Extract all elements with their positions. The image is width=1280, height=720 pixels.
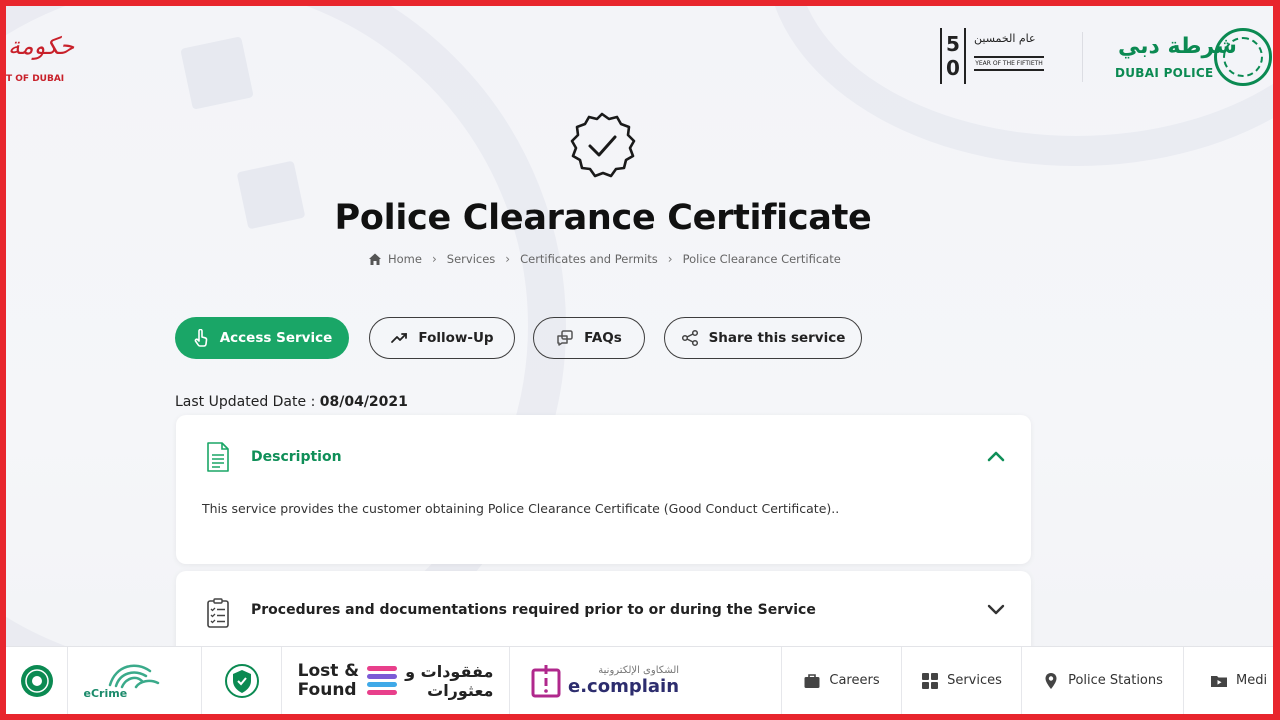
map-pin-icon bbox=[1045, 672, 1057, 689]
gov-logo-english: T OF DUBAI bbox=[6, 74, 65, 84]
quick-link-ecomplain[interactable]: الشكاوى الإلكترونية e.complain bbox=[510, 647, 782, 714]
share-icon bbox=[681, 329, 698, 347]
share-service-label: Share this service bbox=[708, 330, 846, 346]
share-service-button[interactable]: Share this service bbox=[664, 317, 862, 359]
police-shield-icon bbox=[224, 663, 259, 698]
gov-logo-arabic: حكومة bbox=[8, 32, 75, 60]
breadcrumb-certificates[interactable]: Certificates and Permits bbox=[520, 252, 658, 266]
quick-link-app-logo[interactable] bbox=[6, 647, 68, 714]
verified-badge-icon bbox=[570, 112, 636, 178]
services-label: Services bbox=[947, 673, 1002, 688]
access-service-label: Access Service bbox=[219, 330, 333, 346]
fingerprint-icon bbox=[108, 664, 159, 688]
careers-label: Careers bbox=[829, 673, 880, 688]
dubai-police-logo[interactable]: شرطة دبي DUBAI POLICE bbox=[1112, 26, 1272, 90]
description-accordion-header[interactable]: Description bbox=[176, 415, 1031, 499]
description-accordion: Description This service provides the cu… bbox=[176, 415, 1031, 564]
breadcrumb-home[interactable]: Home bbox=[388, 252, 422, 266]
round-emblem-icon bbox=[20, 664, 53, 697]
chat-bubbles-icon bbox=[557, 330, 573, 346]
access-service-button[interactable]: Access Service bbox=[175, 317, 349, 359]
background-shape bbox=[180, 36, 254, 110]
hand-pointer-icon bbox=[194, 329, 208, 347]
dubai-police-emblem-icon bbox=[1214, 28, 1272, 86]
police-stations-label: Police Stations bbox=[1068, 673, 1163, 688]
grid-icon bbox=[922, 672, 939, 689]
ecomplain-arabic: الشكاوى الإلكترونية bbox=[598, 664, 680, 676]
breadcrumb-current: Police Clearance Certificate bbox=[682, 252, 841, 266]
procedures-accordion-header[interactable]: Procedures and documentations required p… bbox=[176, 571, 1031, 655]
quick-link-lost-and-found[interactable]: Lost & Found مفقودات و معثورات bbox=[282, 647, 510, 714]
page-title: Police Clearance Certificate bbox=[334, 198, 872, 238]
last-updated-value: 08/04/2021 bbox=[319, 394, 408, 410]
media-label: Medi bbox=[1236, 673, 1268, 688]
media-folder-icon bbox=[1211, 675, 1227, 687]
trend-line-icon bbox=[391, 333, 408, 343]
home-icon bbox=[369, 253, 381, 265]
breadcrumb-separator-icon: › bbox=[667, 252, 673, 266]
procedures-title: Procedures and documentations required p… bbox=[251, 602, 816, 618]
checklist-icon bbox=[207, 598, 229, 628]
description-body: This service provides the customer obtai… bbox=[202, 501, 840, 516]
follow-up-button[interactable]: Follow-Up bbox=[369, 317, 515, 359]
fifty-arabic-text: عام الخمسين bbox=[974, 32, 1036, 45]
complaint-box-icon bbox=[531, 664, 561, 697]
bottom-quick-links-bar: eCrime Lost & Found مفقودات و معثورات ال… bbox=[6, 646, 1273, 714]
breadcrumb: Home › Services › Certificates and Permi… bbox=[368, 252, 841, 266]
chevron-up-icon[interactable] bbox=[987, 449, 1005, 463]
breadcrumb-separator-icon: › bbox=[505, 252, 511, 266]
faqs-button[interactable]: FAQs bbox=[533, 317, 645, 359]
document-icon bbox=[207, 442, 229, 472]
quick-link-ecrime[interactable]: eCrime bbox=[68, 647, 202, 714]
follow-up-label: Follow-Up bbox=[418, 330, 494, 346]
quick-link-services[interactable]: Services bbox=[902, 647, 1022, 714]
breadcrumb-services[interactable]: Services bbox=[447, 252, 496, 266]
briefcase-icon bbox=[804, 673, 820, 688]
quick-link-shield[interactable] bbox=[202, 647, 282, 714]
quick-link-media[interactable]: Medi bbox=[1184, 647, 1273, 714]
quick-link-careers[interactable]: Careers bbox=[782, 647, 902, 714]
description-title: Description bbox=[251, 449, 342, 465]
lost-found-bars-icon bbox=[367, 666, 398, 695]
breadcrumb-separator-icon: › bbox=[431, 252, 437, 266]
faqs-label: FAQs bbox=[584, 330, 622, 346]
fifty-english-text: YEAR OF THE FIFTIETH bbox=[974, 56, 1044, 71]
quick-link-police-stations[interactable]: Police Stations bbox=[1022, 647, 1184, 714]
header-divider bbox=[1082, 32, 1083, 82]
ecrime-label: eCrime bbox=[83, 686, 128, 700]
chevron-down-icon[interactable] bbox=[987, 603, 1005, 617]
government-of-dubai-logo[interactable]: حكومة T OF DUBAI bbox=[6, 30, 76, 90]
year-of-fiftieth-logo: 5 0 عام الخمسين YEAR OF THE FIFTIETH bbox=[940, 28, 1052, 84]
dubai-police-english: DUBAI POLICE bbox=[1115, 66, 1214, 80]
last-updated-date: Last Updated Date : 08/04/2021 bbox=[175, 394, 408, 410]
ecomplain-label: e.complain bbox=[568, 675, 680, 697]
fifty-digits: 5 0 bbox=[940, 28, 966, 84]
page-frame: حكومة T OF DUBAI 5 0 عام الخمسين YEAR OF… bbox=[6, 6, 1273, 714]
